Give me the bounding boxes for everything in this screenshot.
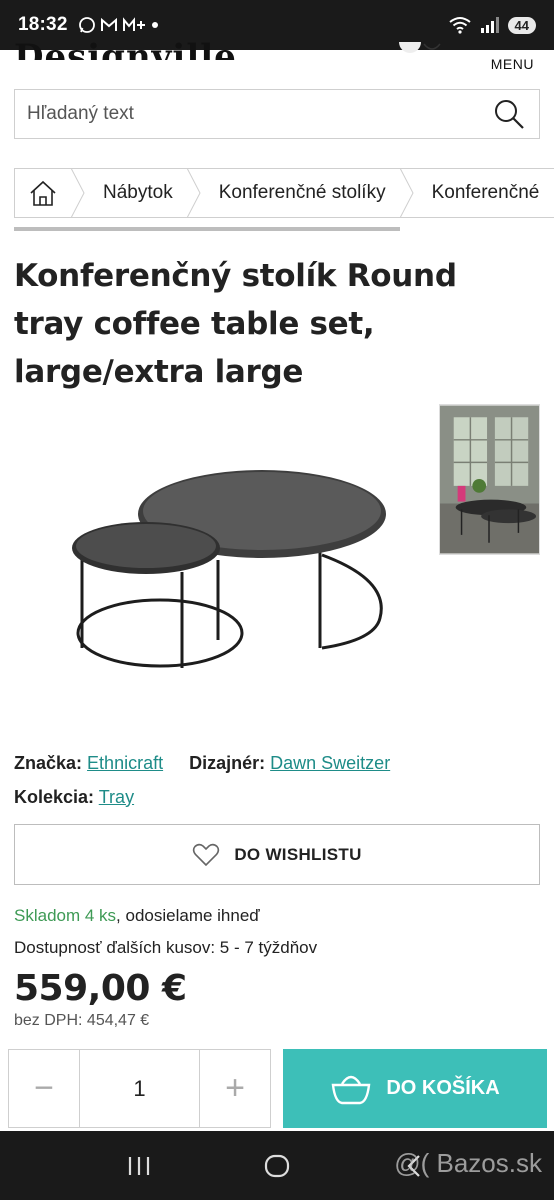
brand-info: Značka: Ethnicraft: [14, 753, 163, 774]
breadcrumb-separator: [71, 169, 85, 217]
meta-row: Značka: Ethnicraft Dizajnér: Dawn Sweitz…: [14, 752, 390, 774]
decrease-button[interactable]: −: [9, 1050, 79, 1127]
stock-status: Skladom 4 ks: [14, 906, 117, 925]
meta-row: Kolekcia: Tray: [14, 786, 314, 808]
brand-link[interactable]: Ethnicraft: [87, 753, 163, 773]
wishlist-button[interactable]: DO WISHLISTU: [14, 824, 540, 885]
breadcrumb: Nábytok Konferenčné stolíky Konferenčné: [14, 168, 554, 218]
designer-info: Dizajnér: Dawn Sweitzer: [189, 753, 390, 774]
brand-label: Značka:: [14, 752, 83, 773]
quantity-stepper: − 1 +: [8, 1049, 271, 1128]
gmail-icon: [100, 17, 117, 31]
designer-label: Dizajnér:: [189, 752, 266, 773]
add-to-cart-button[interactable]: DO KOŠÍKA: [283, 1049, 547, 1128]
product-image[interactable]: [60, 440, 400, 680]
whatsapp-icon: [78, 17, 95, 33]
breadcrumb-item[interactable]: Nábytok: [85, 169, 187, 217]
product-thumbnail[interactable]: [439, 404, 540, 555]
basket-icon: [331, 1075, 371, 1104]
breadcrumb-scrollbar[interactable]: [14, 227, 400, 231]
battery-indicator: 44: [507, 16, 536, 34]
breadcrumb-item[interactable]: Konferenčné stolíky: [201, 169, 400, 217]
watermark: @( Bazos.sk: [394, 1148, 542, 1178]
wifi-icon: [448, 17, 471, 34]
availability-note: Dostupnosť ďalších kusov: 5 - 7 týždňov: [14, 938, 318, 957]
home-button-icon[interactable]: [264, 1153, 290, 1179]
designer-link[interactable]: Dawn Sweitzer: [270, 753, 390, 773]
account-icon: [399, 42, 441, 53]
signal-icon: [480, 17, 499, 33]
breadcrumb-home[interactable]: [15, 169, 71, 217]
collection-label: Kolekcia:: [14, 786, 95, 807]
recent-apps-icon[interactable]: [126, 1155, 152, 1177]
site-header: Designville MENU: [0, 37, 554, 82]
search-bar: [14, 89, 540, 139]
breadcrumb-item[interactable]: Konferenčné: [414, 169, 554, 217]
app-icon: [122, 17, 145, 31]
product-meta: Značka: Ethnicraft Dizajnér: Dawn Sweitz…: [14, 752, 390, 807]
notification-icons: [78, 16, 160, 34]
wishlist-label: DO WISHLISTU: [234, 844, 362, 864]
price-without-vat: bez DPH: 454,47 €: [14, 1012, 150, 1029]
home-icon: [30, 180, 56, 206]
status-time: 18:32: [18, 14, 68, 35]
collection-link[interactable]: Tray: [99, 787, 134, 807]
product-price: 559,00 €: [14, 968, 187, 1009]
product-title: Konferenčný stolík Round tray coffee tab…: [14, 258, 457, 390]
collection-info: Kolekcia: Tray: [14, 787, 134, 808]
breadcrumb-separator: [186, 169, 201, 217]
shipping-note: , odosielame ihneď: [116, 906, 260, 925]
search-input[interactable]: [27, 103, 467, 125]
breadcrumb-separator: [399, 169, 414, 217]
search-icon[interactable]: [491, 96, 527, 132]
cart-label: DO KOŠÍKA: [386, 1077, 500, 1099]
menu-button[interactable]: MENU: [491, 56, 534, 72]
dot-icon: [151, 22, 158, 28]
heart-icon: [193, 843, 220, 866]
site-logo[interactable]: Designville: [14, 36, 237, 60]
quantity-input[interactable]: 1: [79, 1050, 200, 1127]
increase-button[interactable]: +: [200, 1050, 270, 1127]
stock-info: Skladom 4 ks, odosielame ihneď Dostupnos…: [14, 900, 534, 964]
